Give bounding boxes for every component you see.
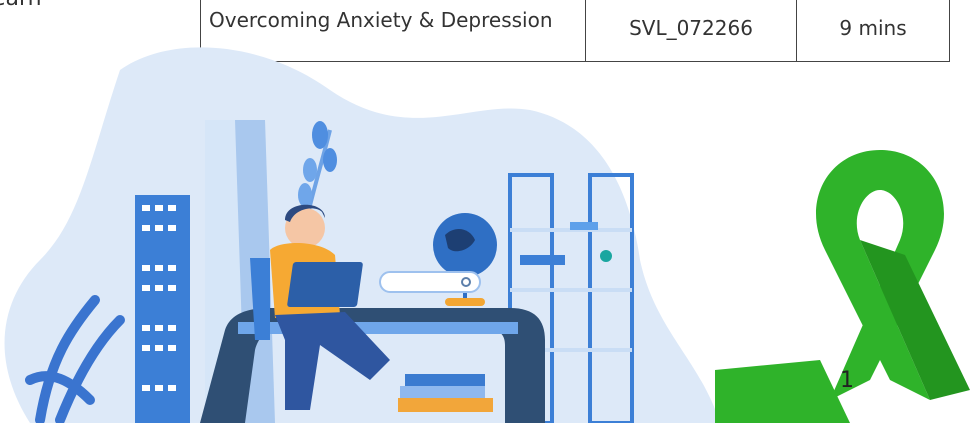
search-bar-graphic	[379, 271, 481, 293]
study-illustration	[4, 47, 970, 423]
laptop	[287, 262, 363, 307]
books-stack	[405, 374, 485, 386]
page-number: 1	[840, 368, 854, 393]
